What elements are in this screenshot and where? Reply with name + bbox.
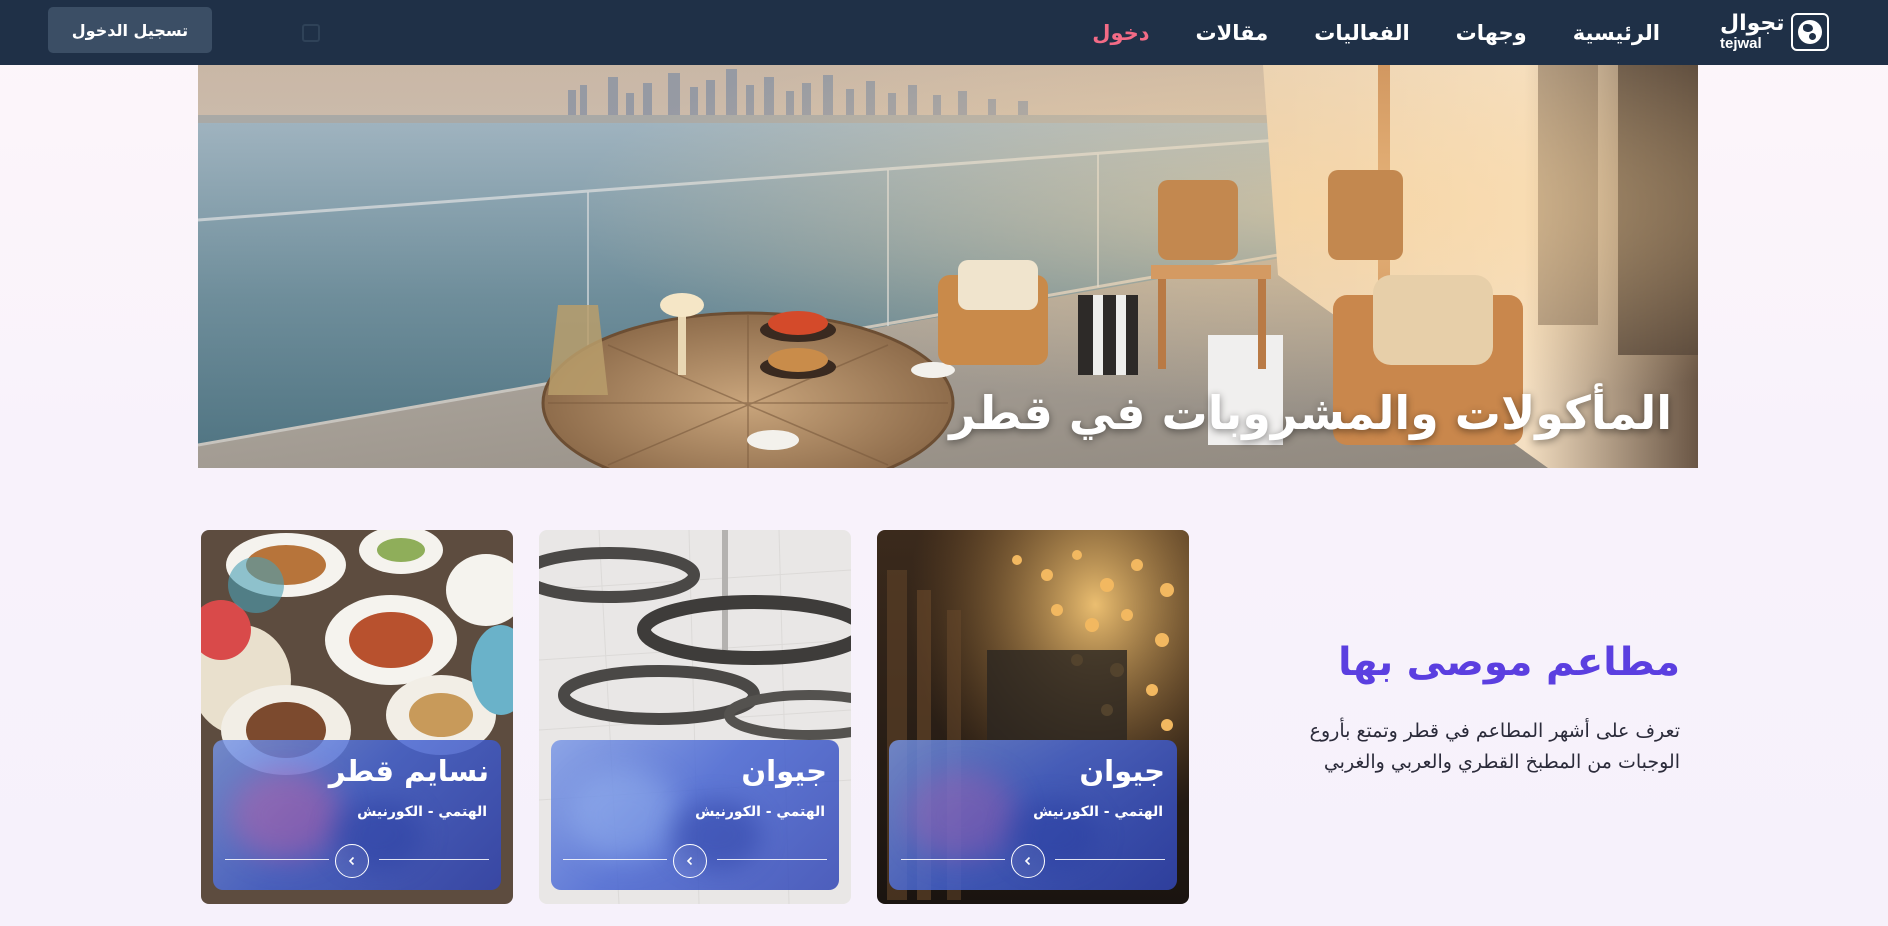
nav-destinations[interactable]: وجهات	[1456, 21, 1527, 45]
top-navbar: تجوال tejwal الرئيسية وجهات الفعاليات مق…	[0, 0, 1888, 65]
nav-home[interactable]: الرئيسية	[1573, 21, 1660, 45]
restaurant-location: الهتمي - الكورنيش	[1033, 804, 1163, 820]
restaurant-name: جيوان	[741, 754, 827, 788]
card-info-panel: نسايم قطر الهتمي - الكورنيش	[213, 740, 501, 890]
hero-title: المأكولات والمشروبات في قطر	[949, 386, 1672, 440]
brand-name-arabic: تجوال	[1720, 11, 1785, 36]
nav-articles[interactable]: مقالات	[1196, 21, 1269, 45]
divider	[717, 859, 827, 860]
chevron-left-icon[interactable]	[1011, 844, 1045, 878]
recommended-title: مطاعم موصى بها	[1338, 640, 1680, 685]
restaurant-name: جيوان	[1079, 754, 1165, 788]
divider	[225, 859, 329, 860]
restaurant-location: الهتمي - الكورنيش	[357, 804, 487, 820]
divider	[1055, 859, 1165, 860]
card-info-panel: جيوان الهتمي - الكورنيش	[551, 740, 839, 890]
divider	[901, 859, 1005, 860]
nav-login[interactable]: دخول	[1092, 21, 1149, 45]
recommended-description: تعرف على أشهر المطاعم في قطر وتمتع بأروع…	[1309, 720, 1680, 773]
restaurant-cards: جيوان الهتمي - الكورنيش جيوان الهتمي - ا…	[201, 530, 1190, 904]
signup-button[interactable]: تسجيل الدخول	[48, 7, 212, 53]
divider	[379, 859, 489, 860]
hero-banner: المأكولات والمشروبات في قطر	[198, 65, 1698, 468]
restaurant-location: الهتمي - الكورنيش	[695, 804, 825, 820]
user-icon	[302, 24, 320, 42]
card-info-panel: جيوان الهتمي - الكورنيش	[889, 740, 1177, 890]
brand-name-english: tejwal	[1720, 35, 1762, 52]
main-nav: الرئيسية وجهات الفعاليات مقالات دخول	[1092, 0, 1660, 65]
nav-events[interactable]: الفعاليات	[1314, 21, 1409, 45]
chevron-left-icon[interactable]	[335, 844, 369, 878]
restaurant-card[interactable]: جيوان الهتمي - الكورنيش	[877, 530, 1189, 904]
restaurant-name: نسايم قطر	[328, 754, 489, 788]
globe-logo-icon	[1790, 13, 1829, 51]
restaurant-card[interactable]: جيوان الهتمي - الكورنيش	[539, 530, 851, 904]
chevron-left-icon[interactable]	[673, 844, 707, 878]
divider	[563, 859, 667, 860]
brand-logo[interactable]: تجوال tejwal	[1720, 11, 1842, 53]
restaurant-card[interactable]: نسايم قطر الهتمي - الكورنيش	[201, 530, 513, 904]
